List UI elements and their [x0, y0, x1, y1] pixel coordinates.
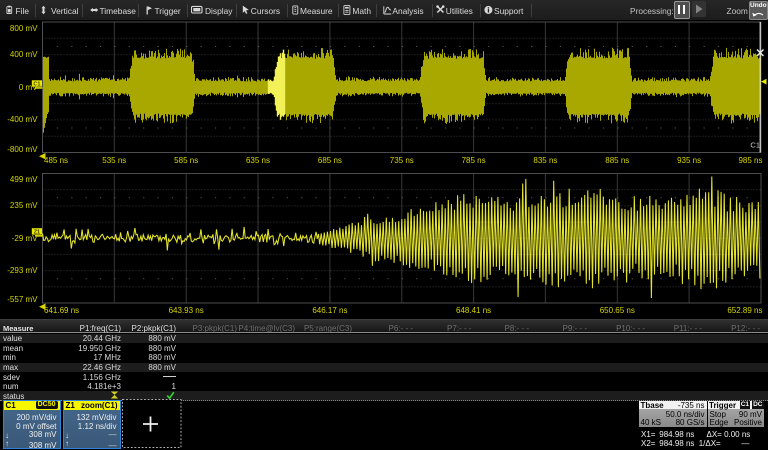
svg-text:C1: C1 [750, 141, 760, 150]
